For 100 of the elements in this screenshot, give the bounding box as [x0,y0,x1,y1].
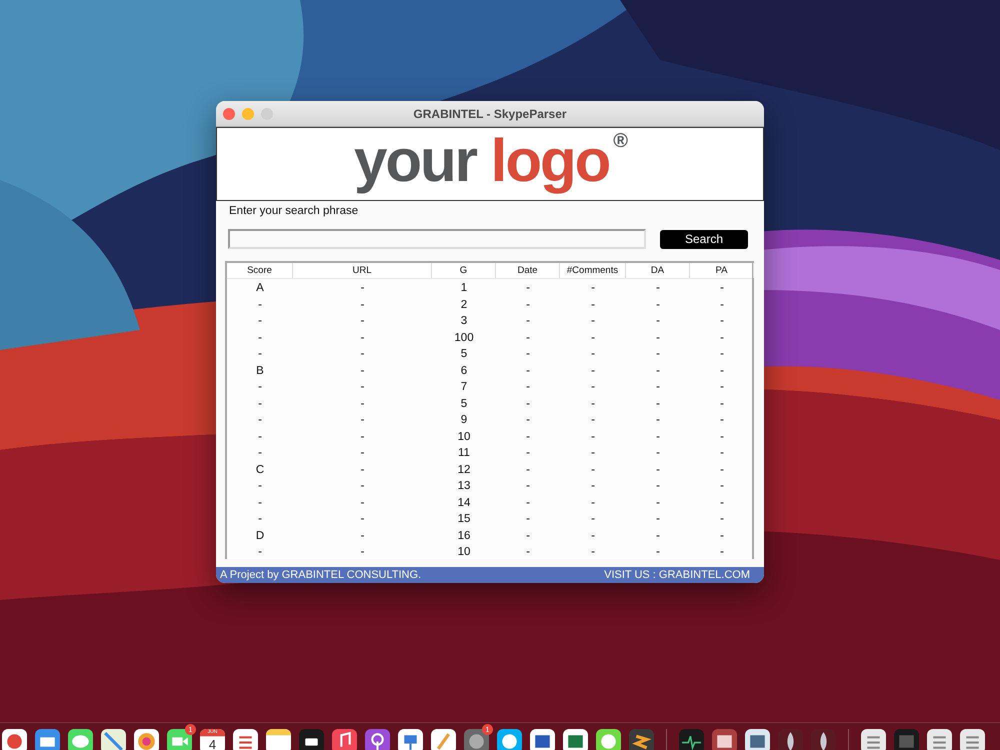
table-cell: - [360,315,364,327]
table-cell: - [720,447,724,459]
table-cell: - [591,447,595,459]
column-header[interactable]: Date [496,263,560,278]
table-cell: - [526,364,530,376]
table-cell: - [526,513,530,525]
table-cell: - [720,282,724,294]
table-cell: - [258,430,262,442]
table-cell: - [720,496,724,508]
table-cell: - [591,430,595,442]
table-cell: - [360,348,364,360]
table-cell: 3 [460,315,468,327]
table-cell: - [656,513,660,525]
column-header[interactable]: #Comments [560,263,626,278]
table-cell: 13 [458,480,470,492]
table-cell: A [256,282,264,294]
table-cell: - [591,480,595,492]
pen-icon[interactable] [431,729,456,750]
table-cell: - [360,513,364,525]
table-cell: - [360,496,364,508]
table-cell: - [591,414,595,426]
table-cell: - [720,480,724,492]
table-cell: - [360,546,364,558]
calendar-day: 4 [200,737,225,750]
table-cell: - [656,496,660,508]
table-cell: - [526,282,530,294]
table-cell: - [258,414,262,426]
chat-icon[interactable] [68,729,93,750]
photos-icon[interactable] [134,729,159,750]
table-cell: - [720,348,724,360]
table-cell: - [360,530,364,542]
table-cell: - [720,398,724,410]
table-cell: - [656,530,660,542]
search-field[interactable] [228,229,646,249]
table-cell: - [591,398,595,410]
table-cell: - [360,464,364,476]
table-cell: - [258,447,262,459]
table-cell: - [591,464,595,476]
column-header[interactable]: URL [293,263,432,278]
table-cell: - [656,464,660,476]
mail-icon[interactable] [35,729,60,750]
activity-icon[interactable] [679,729,704,750]
table-cell: - [360,430,364,442]
document-icon[interactable] [530,729,555,750]
search-button[interactable]: Search [660,230,748,248]
table-cell: - [591,364,595,376]
column-header[interactable]: G [432,263,496,278]
table-cell: - [526,496,530,508]
table-cell: - [720,381,724,393]
table-cell: - [258,496,262,508]
table-cell: - [526,464,530,476]
footer-link[interactable]: VISIT US : GRABINTEL.COM [604,569,750,581]
tv-icon[interactable] [299,729,324,750]
table-cell: - [258,546,262,558]
table-cell: 15 [458,513,470,525]
table-cell: - [656,282,660,294]
table-cell: - [360,480,364,492]
podcast-icon[interactable] [365,729,390,750]
column-header[interactable]: DA [626,263,690,278]
column-header[interactable]: PA [690,263,754,278]
table-cell: 7 [460,381,468,393]
table-cell: - [720,464,724,476]
table-cell: - [720,298,724,310]
table-cell: - [258,298,262,310]
table-cell: - [526,381,530,393]
table-cell: - [720,430,724,442]
table-cell: - [656,414,660,426]
table-cell: 9 [460,414,468,426]
table-cell: - [526,546,530,558]
code-editor-icon[interactable] [629,729,654,750]
table-cell: - [591,546,595,558]
spreadsheet-icon[interactable] [563,729,588,750]
table-cell: - [591,381,595,393]
file-icon[interactable] [927,729,952,750]
table-cell: 5 [460,348,468,360]
table-cell: 2 [460,298,468,310]
table-cell: - [591,332,595,344]
table-cell: 16 [458,530,470,542]
notes-icon[interactable] [266,729,291,750]
dictionary-icon[interactable] [712,729,737,750]
table-cell: - [526,348,530,360]
table-cell: 1 [460,282,468,294]
table-cell: C [256,464,264,476]
table-cell: - [656,348,660,360]
list-icon[interactable] [233,729,258,750]
table-cell: - [526,398,530,410]
file-icon[interactable] [960,729,985,750]
table-cell: - [720,315,724,327]
presentation-icon[interactable] [398,729,423,750]
music-icon[interactable] [332,729,357,750]
table-cell: - [360,398,364,410]
window-title: GRABINTEL - SkypeParser [413,106,567,120]
table-cell: - [720,414,724,426]
table-cell: 100 [454,332,474,344]
table-cell: 6 [460,364,468,376]
table-cell: - [360,298,364,310]
preview-icon[interactable] [745,729,770,750]
column-header[interactable]: Score [227,263,293,278]
file-icon[interactable] [861,729,886,750]
table-cell: - [258,513,262,525]
